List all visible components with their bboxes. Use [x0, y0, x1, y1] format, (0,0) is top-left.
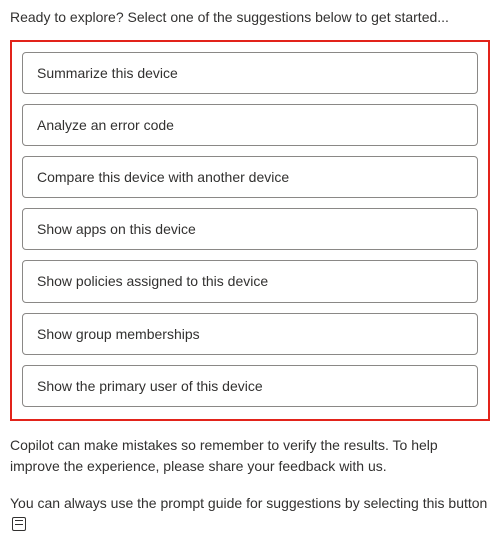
suggestion-summarize-device[interactable]: Summarize this device: [22, 52, 478, 94]
suggestion-show-primary-user[interactable]: Show the primary user of this device: [22, 365, 478, 407]
intro-text: Ready to explore? Select one of the sugg…: [10, 8, 490, 28]
prompt-guide-hint: You can always use the prompt guide for …: [10, 493, 490, 535]
disclaimer-text: Copilot can make mistakes so remember to…: [10, 435, 490, 477]
suggestion-analyze-error[interactable]: Analyze an error code: [22, 104, 478, 146]
prompt-guide-icon: [12, 517, 26, 531]
suggestions-container: Summarize this device Analyze an error c…: [10, 40, 490, 421]
suggestion-compare-device[interactable]: Compare this device with another device: [22, 156, 478, 198]
suggestion-show-policies[interactable]: Show policies assigned to this device: [22, 260, 478, 302]
suggestion-show-apps[interactable]: Show apps on this device: [22, 208, 478, 250]
hint-text: You can always use the prompt guide for …: [10, 495, 487, 511]
suggestion-show-groups[interactable]: Show group memberships: [22, 313, 478, 355]
